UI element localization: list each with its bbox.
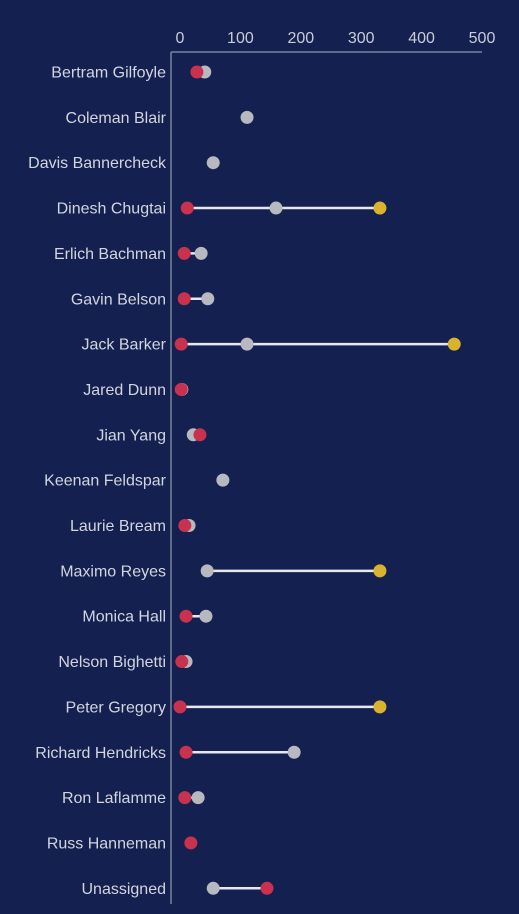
category-label: Jian Yang xyxy=(96,427,166,444)
data-point-red[interactable] xyxy=(193,428,207,442)
category-label: Russ Hanneman xyxy=(47,835,166,852)
data-point-grey[interactable] xyxy=(206,156,220,170)
category-label: Maximo Reyes xyxy=(60,563,166,580)
data-point-grey[interactable] xyxy=(216,473,230,487)
data-point-gold[interactable] xyxy=(373,564,387,578)
category-label: Erlich Bachman xyxy=(54,246,166,263)
data-point-red[interactable] xyxy=(178,519,192,532)
data-point-grey[interactable] xyxy=(199,609,213,623)
axis-layer: 0 100 200 300 400 500 xyxy=(170,30,496,904)
data-point-red[interactable] xyxy=(174,337,188,351)
category-label: Nelson Bighetti xyxy=(58,654,166,671)
category-label: Jack Barker xyxy=(82,337,167,354)
data-point-red[interactable] xyxy=(177,292,191,306)
data-point-red[interactable] xyxy=(178,791,192,805)
category-label: Ron Laflamme xyxy=(62,790,166,807)
data-point-grey[interactable] xyxy=(240,110,254,124)
x-tick-label: 500 xyxy=(469,30,496,47)
data-point-gold[interactable] xyxy=(447,337,461,351)
category-label: Coleman Blair xyxy=(66,110,167,127)
category-label: Gavin Belson xyxy=(71,291,166,308)
category-labels: Bertram Gilfoyle Coleman Blair Davis Banne… xyxy=(28,65,167,898)
data-point-red[interactable] xyxy=(175,655,189,669)
x-tick-label: 100 xyxy=(227,30,254,47)
data-point-grey[interactable] xyxy=(240,337,254,351)
x-tick-label: 400 xyxy=(408,30,435,47)
data-points xyxy=(173,65,461,895)
data-point-red[interactable] xyxy=(179,745,193,759)
category-label: Unassigned xyxy=(82,881,167,898)
dumbbell-chart: 0 100 200 300 400 500 Bertram Gilfoyle Coleman… xyxy=(28,30,496,904)
data-point-grey[interactable] xyxy=(201,292,215,306)
data-point-red[interactable] xyxy=(174,382,188,396)
x-tick-label: 300 xyxy=(348,30,375,47)
data-point-red[interactable] xyxy=(260,881,274,895)
category-label: Jared Dunn xyxy=(83,382,166,399)
data-point-grey[interactable] xyxy=(287,745,301,759)
x-tick-label: 0 xyxy=(176,30,185,47)
category-label: Laurie Bream xyxy=(70,518,166,535)
category-label: Peter Gregory xyxy=(66,699,166,716)
category-label: Keenan Feldspar xyxy=(44,473,167,490)
category-label: Monica Hall xyxy=(82,609,166,626)
data-point-grey[interactable] xyxy=(206,881,220,895)
data-point-grey[interactable] xyxy=(194,246,208,260)
data-point-gold[interactable] xyxy=(373,700,387,714)
data-point-red[interactable] xyxy=(184,836,198,850)
category-label: Dinesh Chugtai xyxy=(57,201,166,218)
data-point-red[interactable] xyxy=(177,246,191,260)
category-label: Davis Bannercheck xyxy=(28,155,167,172)
data-point-grey[interactable] xyxy=(191,791,205,805)
data-point-grey[interactable] xyxy=(269,201,283,215)
data-point-grey[interactable] xyxy=(200,564,214,578)
category-label: Bertram Gilfoyle xyxy=(51,65,166,82)
data-point-red[interactable] xyxy=(179,609,193,623)
data-point-red[interactable] xyxy=(190,65,204,79)
data-point-red[interactable] xyxy=(173,700,187,714)
data-point-red[interactable] xyxy=(180,201,194,215)
category-label: Richard Hendricks xyxy=(35,745,166,762)
x-tick-label: 200 xyxy=(287,30,314,47)
data-point-gold[interactable] xyxy=(373,201,387,215)
